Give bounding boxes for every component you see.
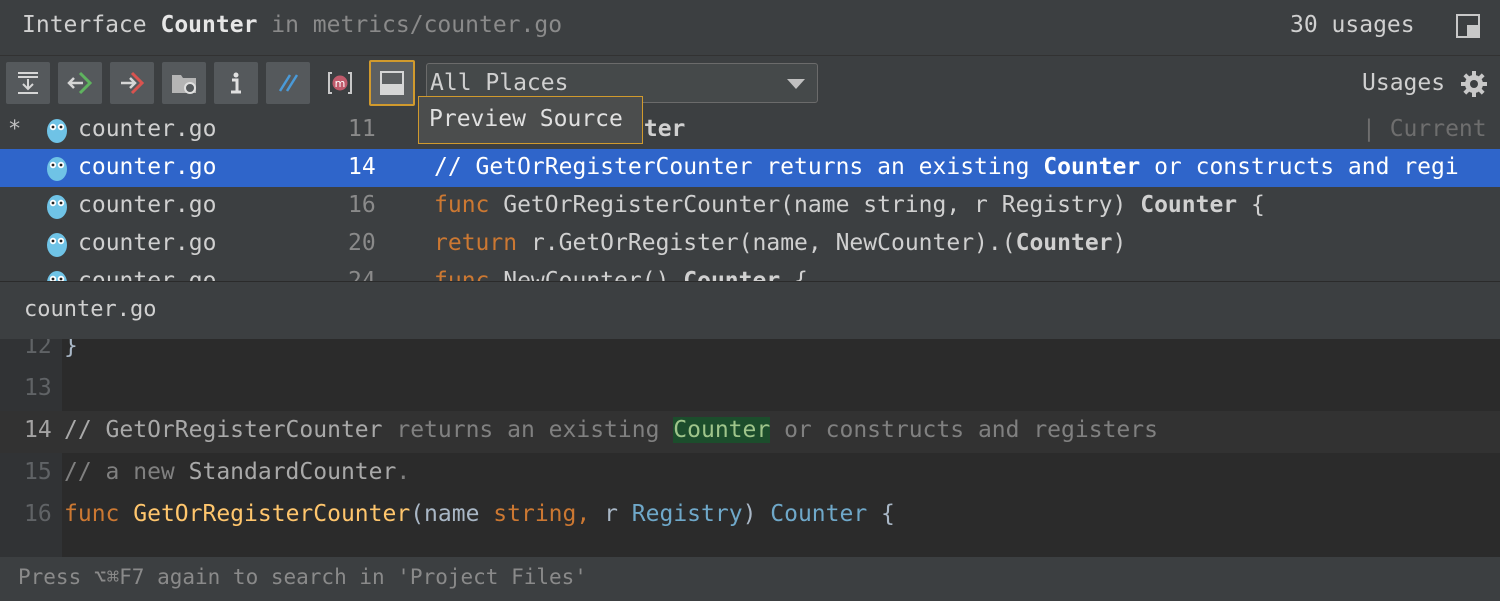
group-by-directory-button[interactable] xyxy=(162,62,206,104)
merge-icon xyxy=(278,74,299,92)
usage-file: counter.go xyxy=(78,192,217,218)
next-occurrence-button[interactable] xyxy=(110,62,154,104)
next-occurrence-icon xyxy=(121,71,145,95)
expand-all-button[interactable] xyxy=(6,62,50,104)
header-prefix: Interface xyxy=(22,12,161,38)
previous-occurrence-icon xyxy=(67,71,93,95)
usage-list: * counter.go 11 nter | Current counter.g… xyxy=(0,111,1500,281)
go-file-icon xyxy=(47,271,67,281)
module-icon: m xyxy=(328,72,352,94)
usages-label: Usages xyxy=(1362,70,1446,96)
code-line: 15 // a new StandardCounter. xyxy=(24,459,411,485)
usage-line-number: 11 xyxy=(348,116,376,142)
find-usages-header: Interface Counter in metrics/counter.go … xyxy=(0,0,1500,55)
usage-code: // GetOrRegisterCounter returns an exist… xyxy=(434,154,1459,180)
usage-row[interactable]: * counter.go 11 nter | Current xyxy=(0,111,1500,149)
usage-line-number: 20 xyxy=(348,230,376,256)
code-line: 12 } xyxy=(24,339,78,359)
usage-line-number: 24 xyxy=(348,268,376,281)
usage-file: counter.go xyxy=(78,154,217,180)
usages-count: 30 usages xyxy=(1290,12,1415,38)
tooltip-text: Preview Source xyxy=(429,106,623,132)
usage-row-selected[interactable]: counter.go 14 // GetOrRegisterCounter re… xyxy=(0,149,1500,187)
go-file-icon xyxy=(47,195,67,219)
preview-source-button[interactable] xyxy=(369,60,415,106)
usage-line-number: 16 xyxy=(348,192,376,218)
open-in-tool-window-icon[interactable] xyxy=(1456,14,1480,38)
preview-source-tooltip: Preview Source xyxy=(418,96,643,144)
usage-code: return r.GetOrRegister(name, NewCounter)… xyxy=(434,230,1127,256)
preview-header: counter.go xyxy=(0,281,1500,340)
preview-file-name: counter.go xyxy=(24,297,157,322)
header-title: Interface Counter in metrics/counter.go xyxy=(22,12,562,38)
code-line: 13 xyxy=(24,375,52,401)
source-preview[interactable]: 12 } 13 14 // GetOrRegisterCounter retur… xyxy=(0,339,1500,557)
search-hint-bar: Press ⌥⌘F7 again to search in 'Project F… xyxy=(0,557,1500,601)
usage-code: func GetOrRegisterCounter(name string, r… xyxy=(434,192,1265,218)
go-file-icon xyxy=(47,119,67,143)
go-file-icon xyxy=(47,157,67,181)
expand-all-icon xyxy=(18,72,38,94)
merge-usages-button[interactable] xyxy=(266,62,310,104)
code-line: 16 func GetOrRegisterCounter(name string… xyxy=(24,501,895,527)
scope-select-value: All Places xyxy=(430,70,569,96)
current-marker: * xyxy=(8,117,22,142)
usage-highlight: Counter xyxy=(673,417,771,443)
info-icon xyxy=(231,72,241,94)
current-file-label: | Current xyxy=(1362,116,1487,142)
info-button[interactable] xyxy=(214,62,258,104)
group-by-directory-icon xyxy=(172,75,196,94)
preview-source-icon xyxy=(380,71,404,95)
usage-row[interactable]: counter.go 20 return r.GetOrRegister(nam… xyxy=(0,225,1500,263)
usage-file: counter.go xyxy=(78,116,217,142)
gear-icon[interactable] xyxy=(1460,70,1488,98)
usage-file: counter.go xyxy=(78,268,217,281)
usage-row[interactable]: counter.go 16 func GetOrRegisterCounter(… xyxy=(0,187,1500,225)
toolbar: m All Places Usages xyxy=(0,55,1500,112)
usage-row[interactable]: counter.go 24 func NewCounter() Counter … xyxy=(0,263,1500,281)
usage-file: counter.go xyxy=(78,230,217,256)
usage-code: func NewCounter() Counter { xyxy=(434,268,808,281)
code-line-current: 14 // GetOrRegisterCounter returns an ex… xyxy=(0,411,1500,453)
go-file-icon xyxy=(47,233,67,257)
svg-text:m: m xyxy=(335,77,346,90)
usage-line-number: 14 xyxy=(348,154,376,180)
chevron-down-icon xyxy=(787,79,805,89)
header-symbol-name: Counter xyxy=(160,12,258,38)
header-location: in metrics/counter.go xyxy=(257,12,563,38)
module-button[interactable]: m xyxy=(318,62,362,104)
search-hint-text: Press ⌥⌘F7 again to search in 'Project F… xyxy=(18,565,587,589)
previous-occurrence-button[interactable] xyxy=(58,62,102,104)
